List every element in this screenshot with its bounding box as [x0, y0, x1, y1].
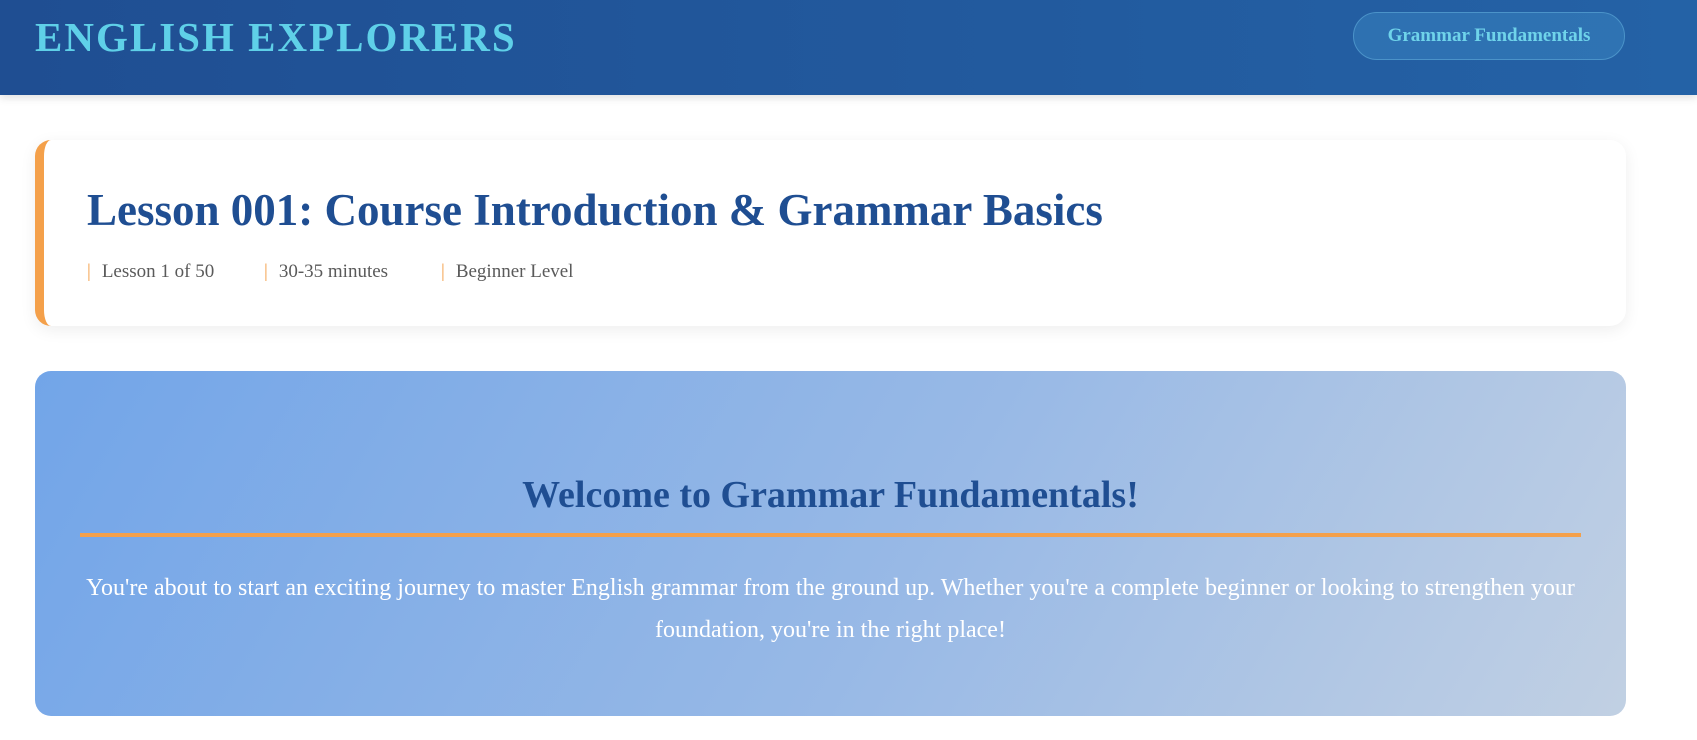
- meta-lesson-number: Lesson 1 of 50: [101, 261, 215, 282]
- site-logo-text[interactable]: ENGLISH EXPLORERS: [35, 12, 517, 62]
- meta-separator: |: [264, 261, 268, 282]
- welcome-title: Welcome to Grammar Fundamentals!: [522, 474, 1139, 516]
- welcome-text: You're about to start an exciting journe…: [86, 575, 1575, 643]
- welcome-divider: [80, 533, 1581, 537]
- welcome-panel: Welcome to Grammar Fundamentals! You're …: [35, 371, 1626, 716]
- lesson-meta: | Lesson 1 of 50 | 30-35 minutes | Begin…: [87, 260, 573, 284]
- meta-item-duration: | 30-35 minutes: [264, 260, 441, 284]
- meta-level: Beginner Level: [455, 261, 574, 282]
- lesson-title: Lesson 001: Course Introduction & Gramma…: [87, 185, 1103, 235]
- meta-item-lesson-number: | Lesson 1 of 50: [87, 260, 264, 284]
- top-navigation-bar: ENGLISH EXPLORERS Grammar Fundamentals: [0, 0, 1697, 95]
- course-button[interactable]: Grammar Fundamentals: [1353, 12, 1625, 60]
- lesson-header-card: Lesson 001: Course Introduction & Gramma…: [35, 140, 1626, 326]
- meta-item-level: | Beginner Level: [441, 260, 573, 284]
- meta-separator: |: [441, 261, 445, 282]
- meta-separator: |: [87, 261, 91, 282]
- meta-duration: 30-35 minutes: [278, 261, 389, 282]
